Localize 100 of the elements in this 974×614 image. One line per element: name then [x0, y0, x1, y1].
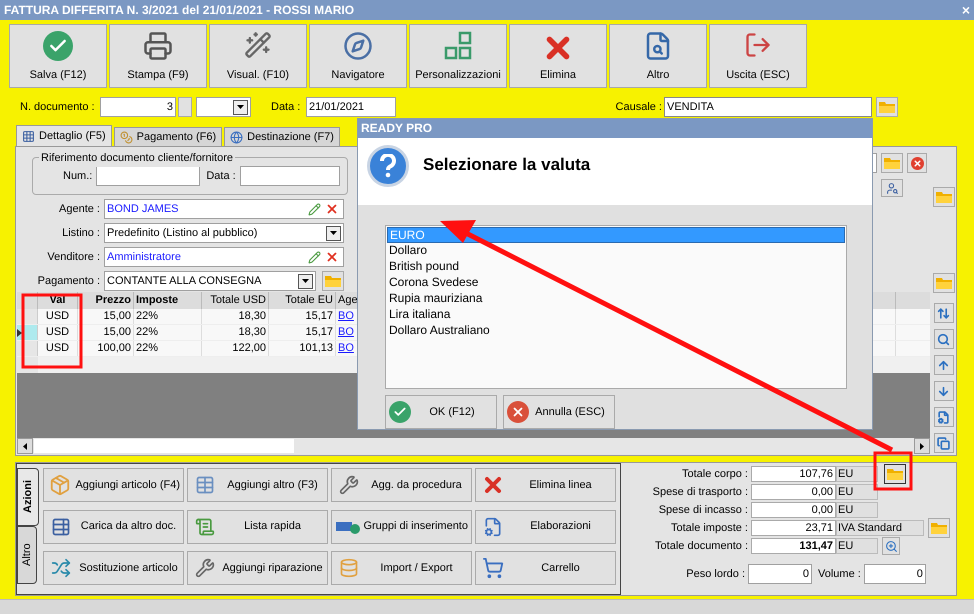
caret-icon	[237, 105, 244, 109]
list-item[interactable]: Rupia mauriziana	[387, 291, 845, 308]
action-button[interactable]: Aggiungi articolo (F4)	[43, 468, 184, 502]
remove-icon	[910, 156, 924, 170]
scroll-right-button[interactable]	[914, 438, 930, 454]
lookup-field[interactable]: Amministratore	[104, 247, 344, 267]
lookup-field[interactable]: BOND JAMES	[104, 199, 344, 219]
cart-icon	[482, 557, 504, 580]
squares-icon	[443, 31, 473, 61]
file-gear-icon	[937, 410, 950, 424]
dropdown-button[interactable]	[326, 226, 341, 240]
action-button[interactable]: Elaborazioni	[475, 510, 616, 544]
action-button[interactable]: Gruppi di inserimento	[331, 510, 472, 544]
agent-link[interactable]: BO	[338, 324, 354, 341]
toolbar-button[interactable]: Navigatore	[309, 24, 407, 88]
toolbar-button[interactable]: Uscita (ESC)	[709, 24, 807, 88]
coins-icon	[120, 130, 133, 144]
list-item[interactable]: Dollaro Australiano	[387, 323, 845, 340]
side-button[interactable]	[934, 355, 954, 375]
causale-field[interactable]: VENDITA	[664, 97, 872, 117]
list-item[interactable]: Dollaro	[387, 243, 845, 260]
dropdown-button[interactable]	[233, 100, 248, 114]
field-label: Venditore :	[46, 250, 101, 265]
action-button[interactable]: Import / Export	[331, 551, 472, 586]
volume-field[interactable]: 0	[864, 564, 926, 584]
table-icon	[195, 475, 215, 495]
action-button[interactable]: Aggiungi altro (F3)	[187, 468, 328, 502]
dialog-button[interactable]: Annulla (ESC)	[503, 395, 615, 429]
toolbar-button[interactable]: Altro	[609, 24, 707, 88]
agent-link[interactable]: BO	[338, 340, 354, 357]
field-value: Amministratore	[107, 250, 181, 265]
dropdown-field[interactable]: Predefinito (Listino al pubblico)	[104, 223, 344, 243]
side-button[interactable]	[934, 433, 954, 453]
pencil-icon[interactable]	[308, 202, 321, 216]
unit-field: EU	[836, 466, 878, 482]
bar-plus-icon	[336, 520, 360, 534]
action-button[interactable]: Sostituzione articolo	[43, 551, 184, 586]
list-item[interactable]: Lira italiana	[387, 307, 845, 324]
printer-icon	[143, 31, 173, 61]
weight-field[interactable]: 0	[748, 564, 812, 584]
zoom-button[interactable]	[882, 537, 900, 555]
reference-date-field[interactable]	[240, 166, 340, 186]
globe-icon	[230, 130, 244, 144]
field-label: N. documento :	[20, 100, 96, 115]
side-button[interactable]	[934, 303, 954, 323]
agent-link[interactable]: BO	[338, 308, 354, 325]
vertical-tab[interactable]: Azioni	[17, 468, 39, 526]
total-label: Totale imposte :	[670, 520, 749, 536]
column-header: Age	[338, 293, 358, 308]
list-item[interactable]: Corona Svedese	[387, 275, 845, 292]
folder-icon	[931, 522, 947, 534]
list-item[interactable]: British pound	[387, 259, 845, 276]
currency-list[interactable]: EURO Dollaro British pound Corona Svedese Rupia mauriziana Lira italiana Dollaro Australiano	[385, 225, 847, 389]
action-button[interactable]: Elimina linea	[475, 468, 616, 502]
annotation-box	[874, 452, 912, 490]
check-icon	[389, 401, 411, 423]
scroll-icon	[195, 516, 215, 537]
toolbar-button[interactable]: Elimina	[509, 24, 607, 88]
reference-number-field[interactable]	[96, 166, 200, 186]
side-button[interactable]	[934, 381, 954, 401]
column-header: Prezzo	[96, 293, 131, 308]
remove-button[interactable]	[907, 153, 927, 173]
action-button[interactable]: Aggiungi riparazione	[187, 551, 328, 586]
dropdown-field[interactable]: CONTANTE ALLA CONSEGNA	[104, 271, 316, 291]
dropdown-button[interactable]	[298, 274, 313, 288]
user-search-button[interactable]	[881, 179, 903, 197]
toolbar-button[interactable]: Salva (F12)	[9, 24, 107, 88]
field-label: Agente :	[58, 202, 101, 217]
up-arrow-icon	[937, 358, 950, 372]
pencil-icon[interactable]	[308, 250, 321, 264]
group-title: Riferimento documento cliente/fornitore	[39, 150, 235, 166]
dialog-button[interactable]: OK (F12)	[385, 395, 497, 429]
check-icon	[43, 31, 73, 61]
wand-icon	[244, 31, 272, 59]
side-button[interactable]	[934, 329, 954, 349]
document-number-field[interactable]: 3	[100, 97, 176, 117]
dialog-title: READY PRO	[361, 120, 432, 138]
series-dropdown[interactable]	[196, 97, 251, 117]
scroll-thumb[interactable]	[34, 439, 294, 453]
vertical-tab[interactable]: Altro	[17, 526, 37, 584]
tab[interactable]: Dettaglio (F5)	[16, 125, 112, 146]
folder-button[interactable]	[884, 464, 906, 484]
toolbar-button[interactable]: Personalizzazioni	[409, 24, 507, 88]
table-cell-text: 22%	[136, 325, 158, 340]
action-button[interactable]: Agg. da procedura	[331, 468, 472, 502]
side-button[interactable]	[934, 407, 954, 427]
action-button[interactable]: Carica da altro doc.	[43, 510, 184, 544]
toolbar-button[interactable]: Stampa (F9)	[109, 24, 207, 88]
wrench-icon	[339, 475, 359, 495]
tab[interactable]: Pagamento (F6)	[114, 127, 222, 146]
delete-icon[interactable]	[325, 250, 339, 264]
folder-icon	[884, 157, 900, 169]
date-field[interactable]: 21/01/2021	[306, 97, 396, 117]
toolbar-button[interactable]: Visual. (F10)	[209, 24, 307, 88]
down-arrow-icon	[937, 384, 950, 398]
action-button[interactable]: Lista rapida	[187, 510, 328, 544]
delete-icon[interactable]	[325, 202, 339, 216]
action-button[interactable]: Carrello	[475, 551, 616, 586]
tab[interactable]: Destinazione (F7)	[224, 127, 340, 146]
scroll-left-button[interactable]	[17, 438, 33, 454]
